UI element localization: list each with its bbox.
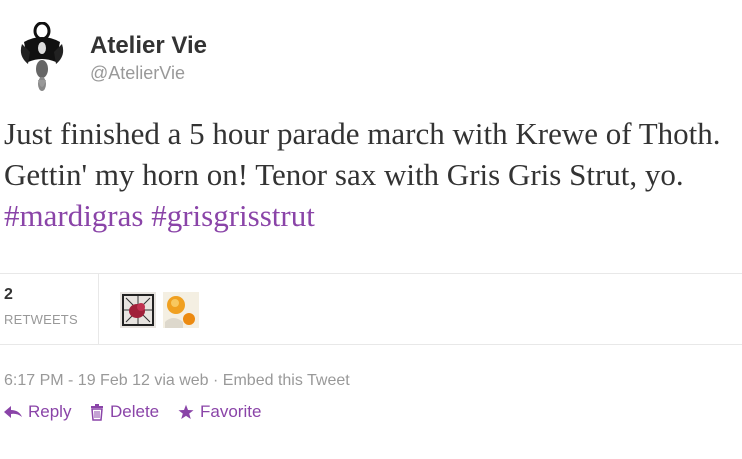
stats-divider-vertical [98, 274, 99, 344]
tweet-body: Just finished a 5 hour parade march with… [4, 116, 721, 192]
author-name[interactable]: Atelier Vie [90, 32, 207, 60]
delete-button[interactable]: Delete [90, 402, 159, 422]
star-icon [178, 404, 194, 419]
retweeter-avatar[interactable] [163, 292, 199, 328]
tweet-meta: 6:17 PM - 19 Feb 12 via web · Embed this… [4, 372, 350, 390]
retweet-count[interactable]: 2 [4, 286, 13, 304]
reply-button[interactable]: Reply [4, 402, 71, 422]
author-handle[interactable]: @AtelierVie [90, 63, 185, 84]
hashtag-mardigras[interactable]: #mardigras [4, 198, 143, 233]
stats-divider-top [0, 273, 742, 274]
stats-divider-bottom [0, 344, 742, 345]
favorite-label: Favorite [200, 402, 262, 421]
reply-icon [4, 406, 22, 418]
meta-separator: · [213, 372, 219, 389]
profile-avatar[interactable] [20, 22, 64, 94]
trash-icon [91, 404, 103, 421]
favorite-button[interactable]: Favorite [178, 402, 261, 422]
retweeter-avatar[interactable] [120, 292, 156, 328]
tweet-text: Just finished a 5 hour parade march with… [4, 113, 740, 236]
hashtag-grisgrisstrut[interactable]: #grisgrisstrut [151, 198, 315, 233]
reply-label: Reply [28, 402, 72, 421]
tweet-timestamp[interactable]: 6:17 PM - 19 Feb 12 [4, 372, 150, 389]
delete-label: Delete [110, 402, 160, 421]
retweet-label[interactable]: RETWEETS [4, 312, 78, 327]
embed-tweet-link[interactable]: Embed this Tweet [223, 372, 350, 389]
via-source: via web [154, 372, 209, 389]
